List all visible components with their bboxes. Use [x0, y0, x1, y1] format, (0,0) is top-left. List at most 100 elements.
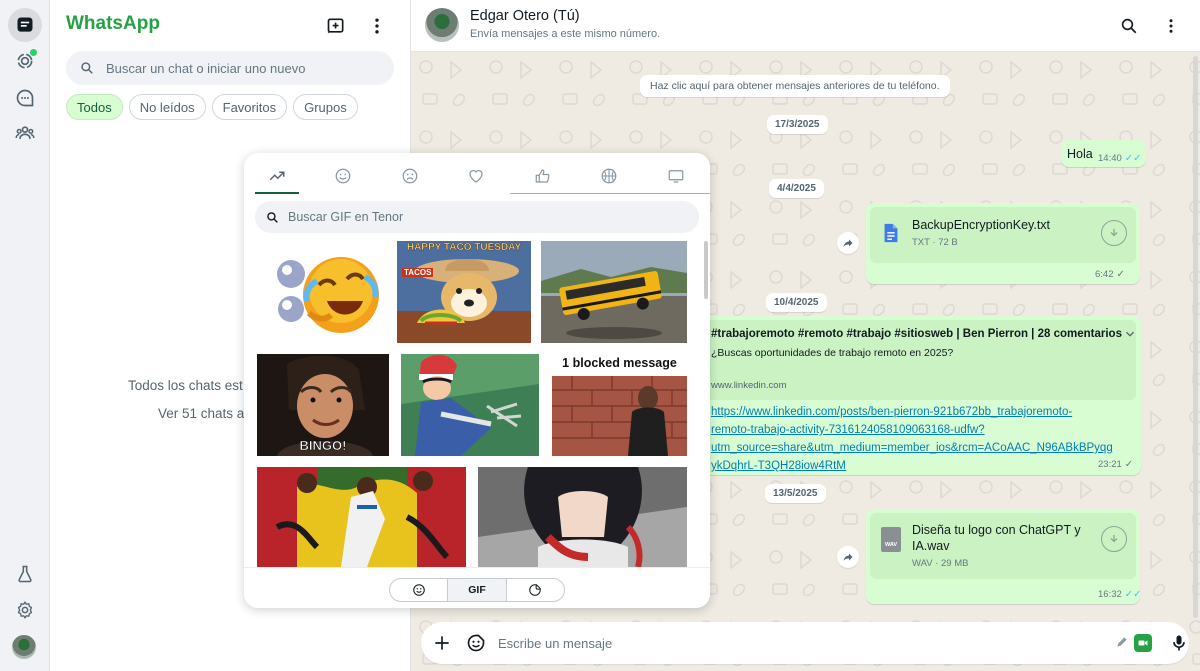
message-meta: 23:21 ✓ — [1098, 459, 1133, 470]
new-chat-icon — [327, 18, 344, 34]
taco-tuesday-gif[interactable]: HAPPY TACO TUESDAY TACOS — [397, 241, 531, 343]
audio-file-icon: WAV — [881, 527, 901, 552]
anime-girl-gif[interactable] — [478, 467, 687, 567]
filter-chip-no-leidos[interactable]: No leídos — [128, 94, 206, 120]
sticker-smile-icon — [467, 634, 485, 652]
rail-settings-button[interactable] — [8, 593, 42, 627]
gif-category-reactions[interactable] — [520, 161, 566, 191]
attach-button[interactable] — [430, 631, 454, 655]
download-button[interactable] — [1101, 526, 1127, 552]
flask-icon — [18, 565, 32, 583]
date-separator: 4/4/2025 — [769, 179, 824, 198]
gif-category-love[interactable] — [453, 161, 499, 191]
taco-dog-art — [397, 259, 531, 343]
anime-fork-gif[interactable] — [401, 354, 539, 456]
message-composer — [421, 622, 1189, 664]
filter-chip-grupos[interactable]: Grupos — [293, 94, 358, 120]
link-url-line: remoto-trabajo-activity-7316124058109063… — [711, 424, 985, 436]
gif-tab[interactable]: GIF — [447, 579, 506, 601]
message-input[interactable] — [498, 632, 1018, 654]
file-name-line: IA.wav — [912, 538, 950, 553]
gif-grid-scrollbar[interactable] — [704, 241, 708, 299]
list-menu-button[interactable] — [364, 13, 390, 39]
filter-chip-favoritos[interactable]: Favoritos — [211, 94, 288, 120]
file-name: BackupEncryptionKey.txt — [912, 218, 1051, 232]
message-time: 23:21 — [1098, 459, 1122, 470]
draw-button[interactable] — [1112, 632, 1132, 652]
new-chat-button[interactable] — [323, 13, 349, 39]
gif-category-trending[interactable] — [254, 161, 300, 191]
gif-category-tv[interactable] — [653, 161, 699, 191]
chat-search-input[interactable] — [106, 60, 376, 76]
file-name: Diseña tu logo con ChatGPT y IA.wav — [912, 523, 1081, 554]
rail-communities-button[interactable] — [8, 116, 42, 150]
chevron-down-icon[interactable] — [1123, 327, 1136, 341]
message-bubble-file[interactable]: WAV Diseña tu logo con ChatGPT y IA.wav … — [866, 509, 1142, 604]
gif-category-sad[interactable] — [387, 161, 433, 191]
read-receipt-icon: ✓✓ — [1124, 589, 1142, 600]
message-time: 6:42 — [1095, 269, 1114, 280]
link-preview-card[interactable]: #trabajoremoto #remoto #trabajo #sitiosw… — [707, 320, 1136, 400]
message-meta: 16:32 ✓✓ — [1098, 589, 1142, 600]
video-note-button[interactable] — [1134, 634, 1152, 652]
contact-avatar[interactable] — [425, 8, 459, 42]
contact-subtitle: Envía mensajes a este mismo número. — [470, 28, 661, 40]
football-fans-gif[interactable] — [257, 467, 466, 567]
communities-icon — [15, 126, 35, 139]
link-preview-domain: www.linkedin.com — [711, 380, 787, 391]
sticker-tab[interactable] — [505, 579, 564, 601]
forward-button[interactable] — [837, 232, 859, 254]
link-url-line: ykDqhrL-T3QH28iow4RtM — [711, 460, 846, 472]
conversation-header[interactable]: Edgar Otero (Tú) Envía mensajes a este m… — [411, 0, 1200, 52]
rail-labs-button[interactable] — [8, 557, 42, 591]
date-separator: 13/5/2025 — [765, 484, 826, 503]
smile-icon — [335, 168, 351, 184]
blocked-message-gif[interactable]: 1 blocked message — [552, 354, 687, 456]
category-scroll-indicator — [510, 193, 710, 194]
nav-rail — [0, 0, 50, 671]
rail-chats-button[interactable] — [8, 8, 42, 42]
rail-status-button[interactable] — [8, 44, 42, 78]
filter-chip-todos[interactable]: Todos — [66, 94, 123, 120]
forward-button[interactable] — [837, 546, 859, 568]
gif-search-input[interactable] — [288, 210, 678, 224]
settings-icon — [17, 601, 33, 619]
emoji-tab[interactable] — [390, 579, 447, 601]
voice-message-button[interactable] — [1167, 631, 1191, 655]
profile-avatar[interactable] — [12, 635, 36, 659]
emoji-gif-button[interactable] — [464, 631, 488, 655]
file-meta: WAV · 29 MB — [912, 558, 969, 569]
gif-category-sports[interactable] — [586, 161, 632, 191]
heart-icon — [469, 170, 483, 183]
download-button[interactable] — [1101, 220, 1127, 246]
gif-sign-text: TACOS — [402, 268, 434, 277]
forward-icon — [843, 553, 853, 561]
conversation-menu-button[interactable] — [1159, 14, 1183, 38]
trending-icon — [269, 171, 285, 181]
bingo-gif[interactable]: BINGO! — [257, 354, 389, 456]
search-icon — [267, 211, 278, 223]
filter-chips: Todos No leídos Favoritos Grupos — [66, 94, 358, 120]
messages-scrollbar[interactable] — [1193, 56, 1198, 618]
message-meta: 14:40 ✓✓ — [1098, 153, 1142, 164]
video-icon — [1138, 640, 1148, 646]
status-unread-dot — [30, 49, 37, 56]
search-messages-button[interactable] — [1117, 14, 1141, 38]
anime-character-art — [401, 354, 539, 456]
message-bubble-outgoing[interactable]: Hola 14:40 ✓✓ — [1061, 140, 1146, 167]
link-preview-title: #trabajoremoto #remoto #trabajo #sitiosw… — [711, 328, 1122, 340]
message-bubble-file[interactable]: BackupEncryptionKey.txt TXT · 72 B 6:42 ✓ — [866, 203, 1140, 284]
file-attachment-card[interactable]: BackupEncryptionKey.txt TXT · 72 B — [870, 207, 1136, 263]
message-link-url[interactable]: https://www.linkedin.com/posts/ben-pierr… — [711, 403, 1141, 475]
channels-icon — [16, 89, 34, 107]
link-url-line: utm_source=share&utm_medium=member_ios&r… — [711, 442, 1113, 454]
file-attachment-card[interactable]: WAV Diseña tu logo con ChatGPT y IA.wav … — [870, 513, 1136, 579]
gif-category-happy[interactable] — [320, 161, 366, 191]
archived-chats-link[interactable]: Ver 51 chats a — [158, 406, 244, 421]
delivered-tick-icon: ✓ — [1124, 459, 1134, 470]
rail-channels-button[interactable] — [8, 81, 42, 115]
school-bus-jump-gif[interactable] — [541, 241, 687, 343]
message-time: 14:40 — [1098, 153, 1122, 164]
load-older-messages-notice[interactable]: Haz clic aquí para obtener mensajes ante… — [640, 75, 950, 97]
crying-laughing-emoji-gif[interactable] — [257, 241, 389, 343]
